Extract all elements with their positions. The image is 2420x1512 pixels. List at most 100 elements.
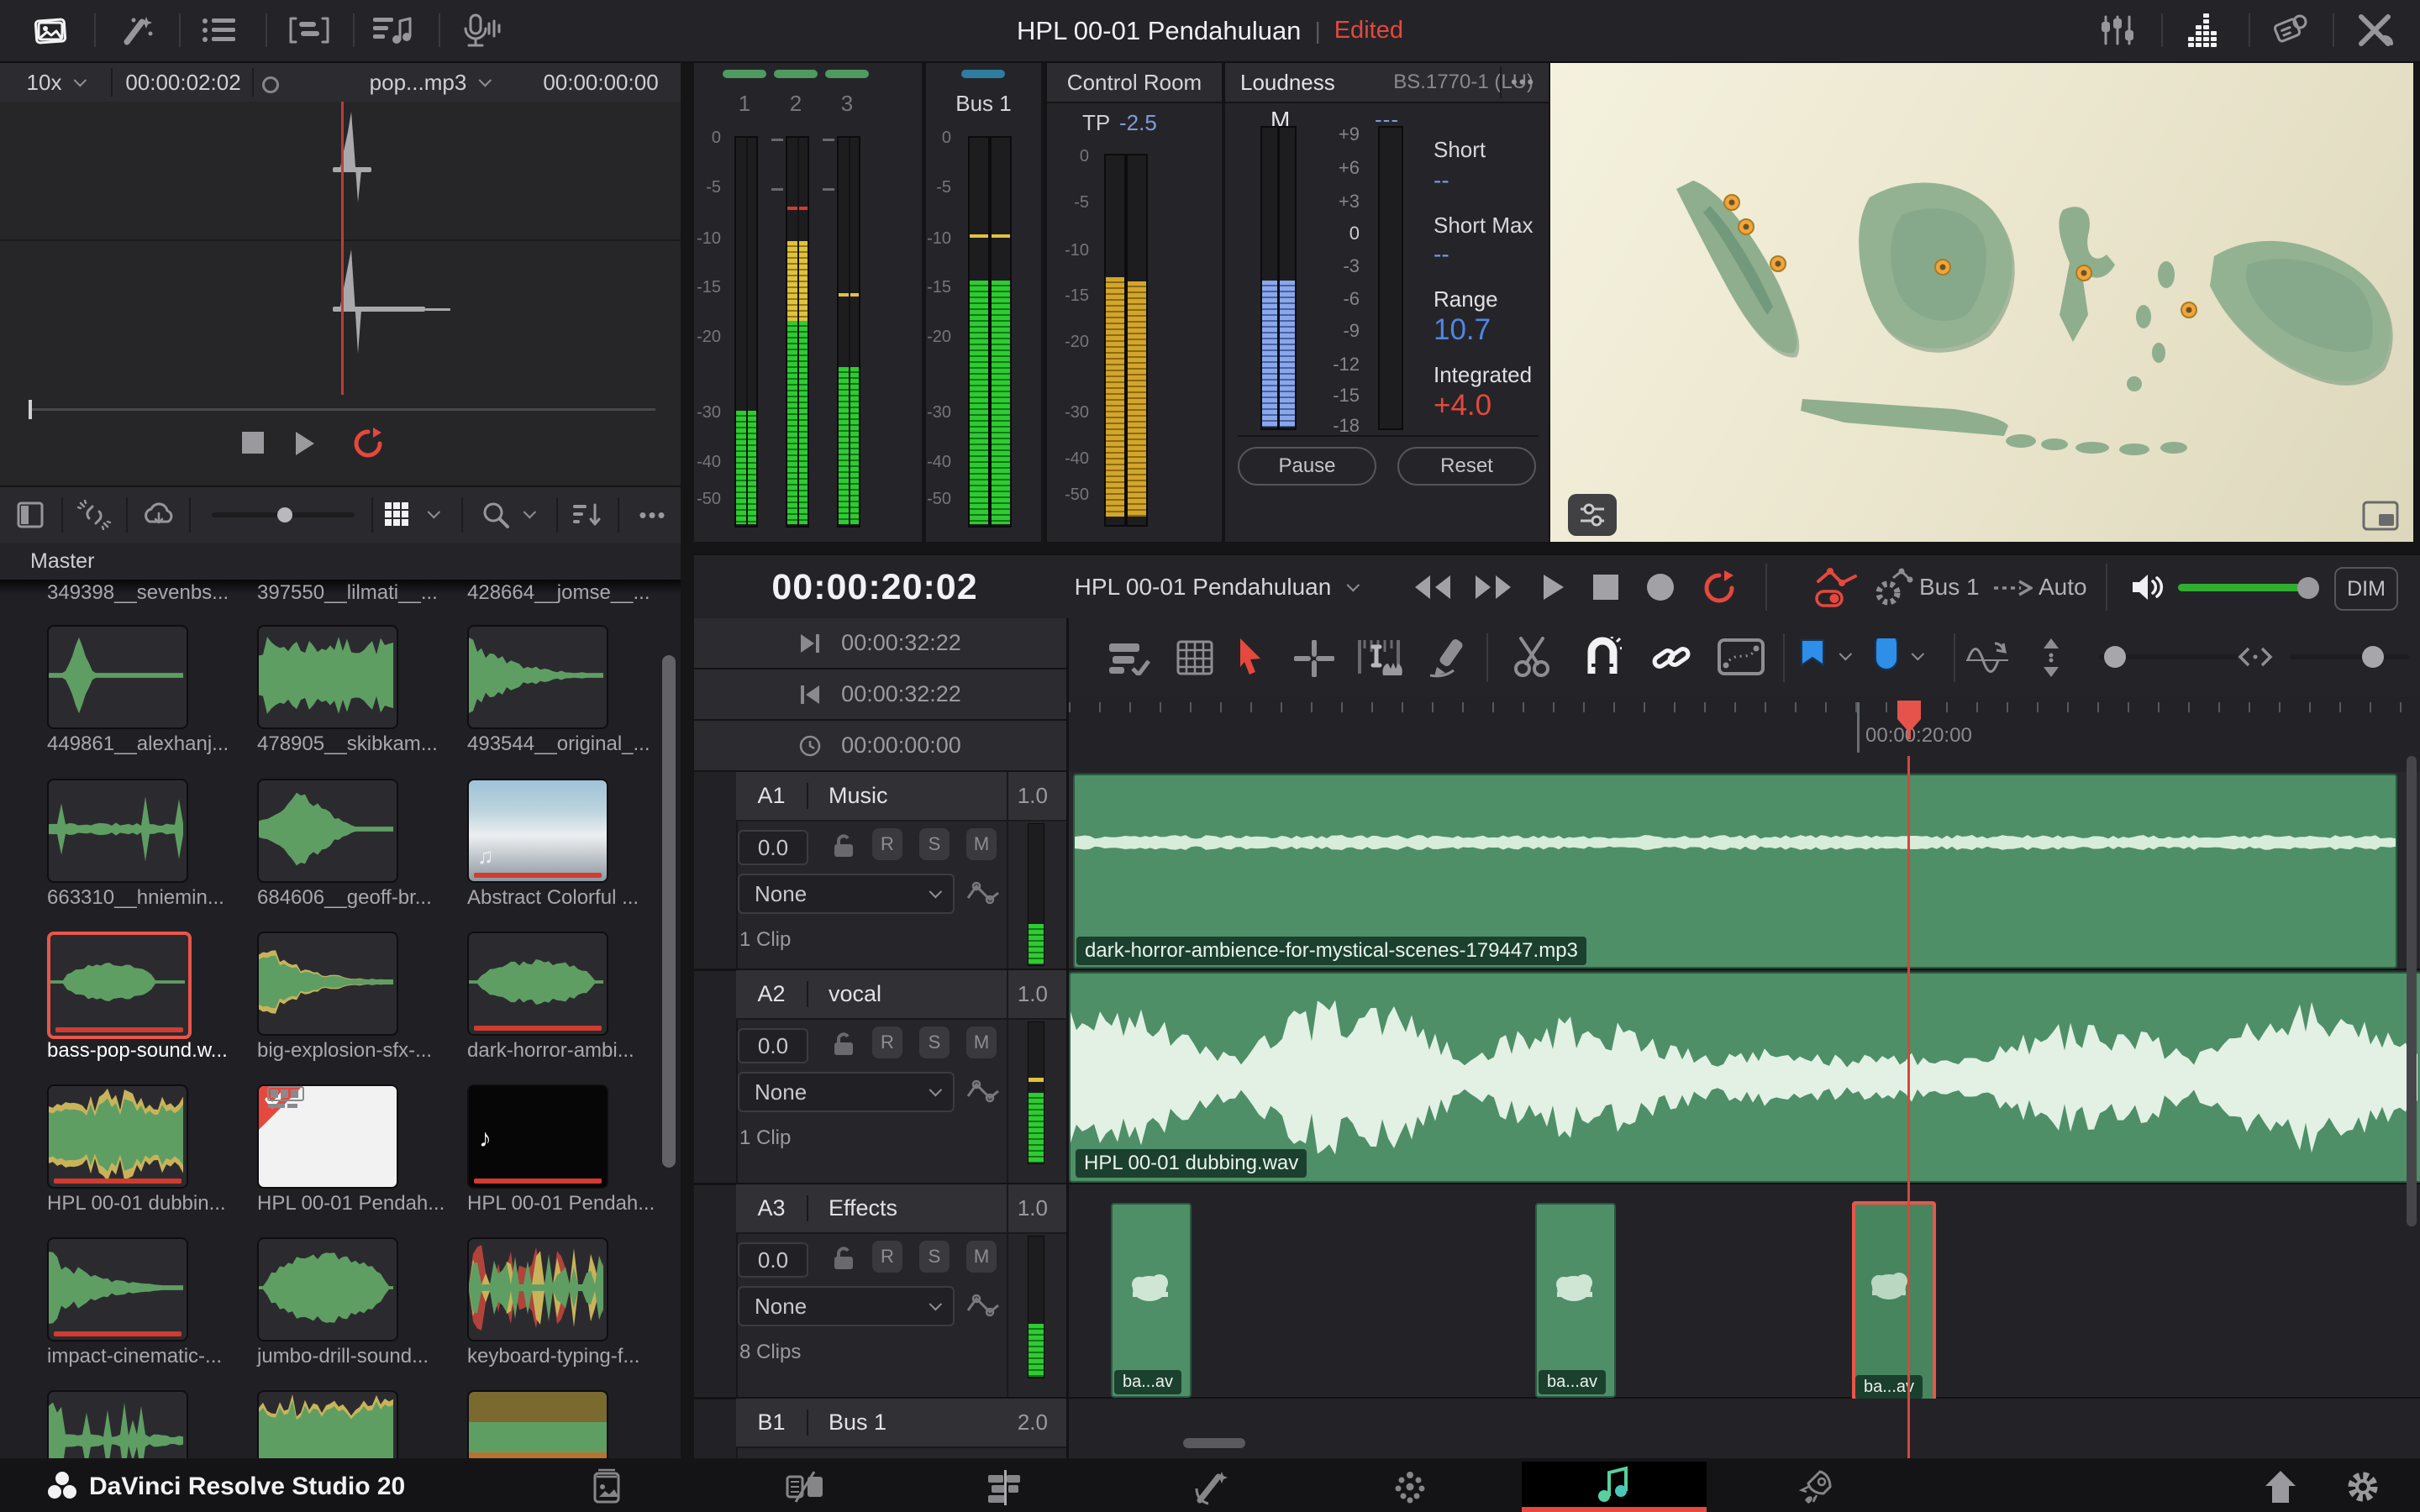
thumbnail-size-slider[interactable] [212, 512, 355, 517]
loop-button[interactable] [350, 425, 387, 462]
solo-button[interactable]: S [919, 1241, 950, 1273]
record-arm-button[interactable]: R [872, 828, 902, 860]
clip-thumbnail[interactable] [467, 1390, 608, 1458]
viewer-playhead-line[interactable] [341, 102, 344, 395]
automation-curve-icon[interactable] [965, 1078, 1002, 1105]
page-cut-button[interactable] [755, 1462, 855, 1512]
cloud-download-icon[interactable] [141, 500, 176, 530]
solo-button[interactable]: S [919, 828, 950, 860]
track-volume-field[interactable]: 0.0 [738, 1242, 808, 1278]
clip-thumbnail[interactable] [467, 932, 608, 1036]
effects-preset-dropdown[interactable]: None [738, 1072, 955, 1112]
effects-preset-dropdown[interactable]: None [738, 1286, 955, 1326]
clip-name[interactable]: 349398__sevenbs... [47, 581, 240, 605]
search-icon[interactable] [481, 500, 511, 530]
timeline-ruler[interactable]: 00:00:20:00 [1069, 697, 2420, 758]
timeline-view-options-icon[interactable] [1107, 640, 1151, 675]
clip-name[interactable]: 684606__geoff-br... [257, 886, 450, 910]
clip-name[interactable]: 493544__original_... [467, 732, 660, 756]
timeline-clip-a2[interactable]: HPL 00-01 dubbing.wav [1069, 972, 2420, 1183]
timeline-zoom-slider[interactable] [2290, 654, 2409, 659]
marker-flag-chevron-icon[interactable] [1839, 648, 1853, 661]
track-name[interactable]: vocal [829, 981, 881, 1007]
marker-flag-icon[interactable] [1798, 638, 1827, 675]
track-name[interactable]: Bus 1 [829, 1410, 886, 1436]
page-fairlight-button-active[interactable] [1522, 1462, 1707, 1512]
lock-icon[interactable] [832, 1246, 855, 1271]
media-pool-toggle-button[interactable] [27, 10, 74, 50]
linked-selection-icon-active[interactable] [1650, 637, 1692, 679]
timeline-zoom-knob[interactable] [2362, 646, 2384, 668]
clip-name[interactable]: HPL 00-01 Pendah... [467, 1192, 660, 1215]
lane-b1[interactable] [1069, 1399, 2420, 1458]
mute-button[interactable]: M [966, 1241, 997, 1273]
media-pool-scrollbar[interactable] [662, 655, 676, 1168]
clip-name[interactable]: jumbo-drill-sound... [257, 1345, 450, 1368]
effects-preset-dropdown[interactable]: None [738, 874, 955, 914]
timeline-clip-a3-3-selected[interactable]: ba...av [1852, 1201, 1936, 1403]
timeline-playhead-line[interactable] [1907, 756, 1910, 1458]
mute-button[interactable]: M [966, 828, 997, 860]
track-gain[interactable]: 1.0 [1018, 783, 1048, 809]
waveform-zoom-icon[interactable] [1965, 637, 2012, 679]
loudness-pause-button[interactable]: Pause [1238, 447, 1376, 486]
timeline-lanes[interactable]: dark-horror-ambience-for-mystical-scenes… [1069, 756, 2420, 1458]
automation-settings-gear[interactable] [1870, 565, 1914, 609]
clip-thumbnail-image[interactable]: ♫ [467, 779, 608, 883]
clip-name[interactable]: keyboard-typing-f... [467, 1345, 660, 1368]
loudness-more-button[interactable]: ••• [1511, 71, 1535, 93]
clip-name[interactable]: HPL 00-01 Pendah... [257, 1192, 450, 1215]
dim-button[interactable]: DIM [2334, 567, 2398, 611]
effects-library-button[interactable] [116, 10, 158, 50]
viewer-scrub-cursor[interactable] [29, 400, 32, 419]
clip-name[interactable]: 397550__lilmati__... [257, 581, 450, 605]
end-timecode[interactable]: 00:00:32:22 [841, 630, 961, 656]
viewer-overlay-settings-button[interactable] [1568, 494, 1617, 536]
audio-viewer-waveform[interactable] [0, 102, 681, 395]
timeline-clip-a3-1[interactable]: ba...av [1111, 1203, 1192, 1398]
page-color-button[interactable] [1360, 1462, 1460, 1512]
automation-curve-icon[interactable] [965, 1292, 1002, 1319]
clip-thumbnail[interactable] [47, 625, 188, 729]
lane-a1[interactable]: dark-horror-ambience-for-mystical-scenes… [1069, 772, 2420, 970]
lock-icon[interactable] [832, 1032, 855, 1057]
viewer-clip-select[interactable]: pop...mp3 [353, 63, 504, 102]
clip-thumbnail[interactable] [257, 625, 398, 729]
index-button[interactable] [198, 10, 240, 50]
unlink-icon[interactable] [77, 500, 111, 530]
viewer-scrub-bar[interactable] [30, 408, 655, 411]
clip-thumbnail[interactable] [257, 932, 398, 1036]
track-height-slider[interactable] [2099, 654, 2238, 659]
media-pool-grid[interactable]: 349398__sevenbs... 397550__lilmati__... … [0, 580, 681, 1458]
search-chevron-icon[interactable] [523, 506, 537, 519]
project-settings-gear-button[interactable] [2312, 1462, 2413, 1512]
automation-curve-icon[interactable] [965, 879, 1002, 906]
marker-index-button[interactable] [286, 10, 333, 50]
meters-button[interactable] [2181, 10, 2225, 50]
mute-button[interactable]: M [966, 1026, 997, 1058]
grid-view-chevron-icon[interactable] [428, 506, 441, 519]
play-button[interactable] [1536, 572, 1570, 602]
video-viewer[interactable] [1550, 63, 2413, 542]
loop-button-active[interactable] [1699, 568, 1739, 608]
monitor-volume-slider[interactable] [2178, 584, 2312, 591]
clip-thumbnail[interactable] [47, 779, 188, 883]
tools-button[interactable] [2351, 10, 2398, 50]
clip-thumbnail[interactable] [47, 1237, 188, 1341]
clip-thumbnail[interactable] [467, 625, 608, 729]
stop-button[interactable] [242, 432, 264, 454]
clip-name-selected[interactable]: bass-pop-sound.w... [47, 1039, 240, 1063]
session-timecode[interactable]: 00:00:00:00 [841, 732, 961, 759]
media-pool-more-button[interactable]: ••• [626, 487, 680, 543]
viewer-zoom-select[interactable]: 10x [0, 63, 109, 102]
lane-a3[interactable]: ba...av ba...av ba...av [1069, 1184, 2420, 1399]
zoom-fit-icon[interactable] [2237, 645, 2274, 669]
lane-a2[interactable]: HPL 00-01 dubbing.wav [1069, 970, 2420, 1184]
clip-name[interactable]: big-explosion-sfx-... [257, 1039, 450, 1063]
record-arm-button[interactable]: R [872, 1241, 902, 1273]
speaker-icon[interactable] [2128, 570, 2166, 604]
play-button[interactable] [296, 432, 314, 455]
track-header-b1[interactable]: B1 Bus 1 2.0 [694, 1399, 1066, 1458]
clip-thumbnail[interactable] [467, 1237, 608, 1341]
clip-name[interactable]: impact-cinematic-... [47, 1345, 240, 1368]
